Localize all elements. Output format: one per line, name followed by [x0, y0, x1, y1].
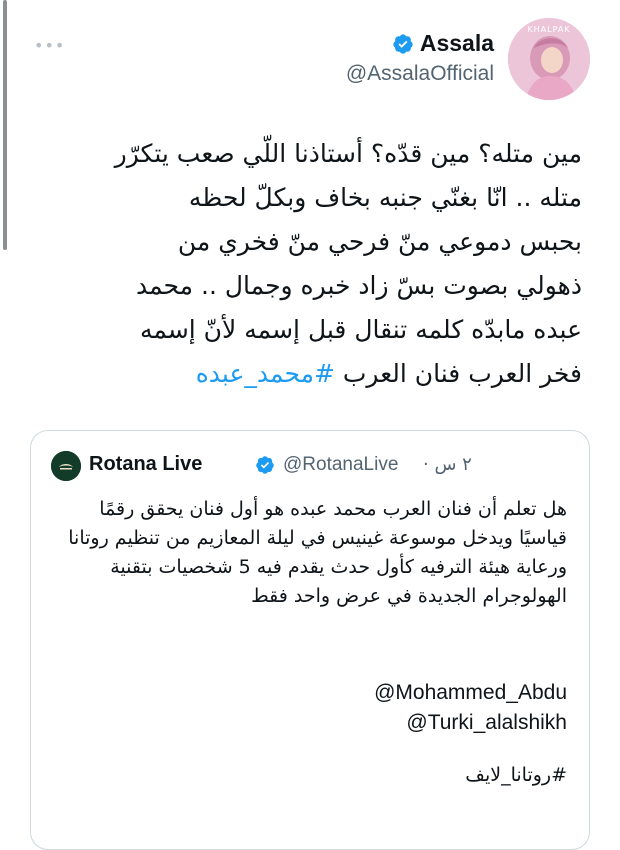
mention-link[interactable]: @Mohammed_Abdu: [374, 681, 567, 705]
hashtag-link[interactable]: #محمد_عبده: [196, 359, 335, 388]
tweet-line-text: فخر العرب فنان العرب: [342, 359, 582, 388]
avatar-image: KHALPAK: [508, 18, 590, 100]
mention-link[interactable]: @Turki_alalshikh: [406, 711, 567, 735]
tweet-line: فخر العرب فنان العرب #محمد_عبده: [22, 352, 582, 396]
author-name-row: Assala: [392, 30, 494, 57]
author-display-name[interactable]: Assala: [420, 30, 494, 57]
quoted-display-name[interactable]: Rotana Live: [89, 453, 202, 476]
tweet-line: ذهولي بصوت بسّ زاد خبره وجمال .. محمد: [135, 271, 582, 300]
more-options-icon[interactable]: •••: [34, 36, 65, 55]
quoted-tweet-text: هل تعلم أن فنان العرب محمد عبده هو أول ف…: [68, 498, 567, 607]
quoted-timestamp[interactable]: ٢ س ·: [423, 454, 472, 475]
quoted-tweet-card[interactable]: Rotana Live @RotanaLive ٢ س · هل تعلم أن…: [30, 430, 590, 850]
scroll-indicator: [3, 0, 7, 250]
quoted-handle[interactable]: @RotanaLive: [283, 454, 398, 476]
verified-badge-icon: [393, 33, 413, 54]
rotana-logo-icon: [51, 451, 81, 481]
tweet-line: مين متله؟ مين قدّه؟ أستاذنا اللّي صعب يت…: [114, 139, 582, 168]
tweet-line: بحبس دموعي منّ فرحي منّ فخري من: [177, 227, 582, 256]
avatar[interactable]: KHALPAK: [508, 18, 590, 100]
avatar-caption: KHALPAK: [527, 25, 570, 34]
quoted-tweet-header: Rotana Live @RotanaLive ٢ س ·: [31, 451, 589, 481]
quoted-avatar[interactable]: [51, 451, 81, 481]
author-handle[interactable]: @AssalaOfficial: [346, 62, 494, 86]
tweet-text: مين متله؟ مين قدّه؟ أستاذنا اللّي صعب يت…: [22, 132, 582, 396]
tweet-line: عبده مابدّه كلمه تنقال قبل إسمه لأنّ إسم…: [139, 315, 582, 344]
quoted-verified-badge-icon: [256, 456, 274, 474]
quoted-hashtag-link[interactable]: #روتانا_لايف: [465, 764, 567, 786]
tweet-line: متله .. انّا بغنّي جنبه بخاف وبكلّ لحظه: [188, 183, 582, 212]
